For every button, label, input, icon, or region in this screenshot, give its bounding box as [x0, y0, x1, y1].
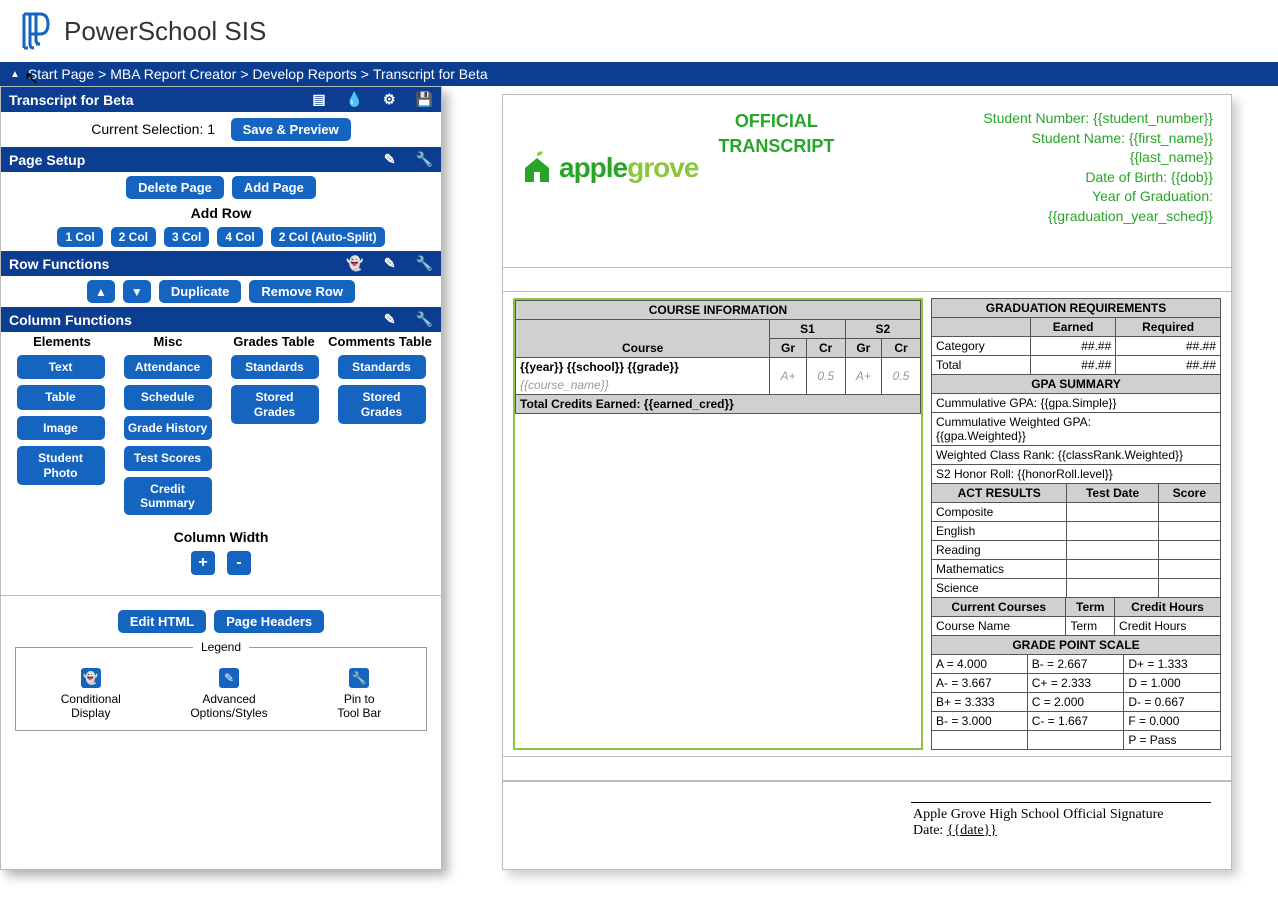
sheet-icon[interactable]: ▤ [312, 91, 325, 108]
breadcrumb-start[interactable]: Start Page [28, 66, 94, 82]
misc-schedule-button[interactable]: Schedule [124, 385, 212, 409]
col-header-grades: Grades Table [221, 334, 327, 349]
element-table-button[interactable]: Table [17, 385, 105, 409]
signature-block: Apple Grove High School Official Signatu… [503, 781, 1231, 869]
preview-tables: COURSE INFORMATION Course S1 S2 Gr Cr Gr… [503, 292, 1231, 757]
act-results-table: ACT RESULTSTest DateScore Composite Engl… [931, 483, 1221, 598]
report-title-bar: Transcript for Beta ▤ 💧 ⚙ 💾 [1, 87, 441, 112]
page-setup-header: Page Setup ✎ 🔧 [1, 147, 441, 172]
pencil-icon[interactable]: ✎ [384, 255, 396, 272]
wrench-icon[interactable]: 🔧 [416, 255, 433, 272]
breadcrumb-report-creator[interactable]: MBA Report Creator [110, 66, 236, 82]
grades-stored-button[interactable]: Stored Grades [231, 385, 319, 424]
misc-test-scores-button[interactable]: Test Scores [124, 446, 212, 470]
element-text-button[interactable]: Text [17, 355, 105, 379]
grad-req-table: GRADUATION REQUIREMENTS EarnedRequired C… [931, 298, 1221, 375]
column-functions-header: Column Functions ✎ 🔧 [1, 307, 441, 332]
legend-advanced: ✎ Advanced Options/Styles [190, 668, 267, 720]
misc-attendance-button[interactable]: Attendance [124, 355, 212, 379]
comments-standards-button[interactable]: Standards [338, 355, 426, 379]
legend: Legend 👻 Conditional Display ✎ Advanced … [15, 647, 427, 731]
legend-conditional: 👻 Conditional Display [61, 668, 121, 720]
add-2col-autosplit-button[interactable]: 2 Col (Auto-Split) [271, 227, 385, 247]
pencil-icon[interactable]: ✎ [384, 151, 396, 168]
current-courses-table: Current CoursesTermCredit Hours Course N… [931, 597, 1221, 636]
add-4col-button[interactable]: 4 Col [217, 227, 262, 247]
wrench-icon: 🔧 [349, 668, 369, 688]
wrench-icon[interactable]: 🔧 [416, 151, 433, 168]
add-page-button[interactable]: Add Page [232, 176, 316, 199]
legend-pin: 🔧 Pin to Tool Bar [337, 668, 381, 720]
column-width-label: Column Width [1, 529, 441, 545]
width-plus-button[interactable]: + [191, 551, 215, 575]
width-minus-button[interactable]: - [227, 551, 251, 575]
element-image-button[interactable]: Image [17, 416, 105, 440]
page-headers-button[interactable]: Page Headers [214, 610, 324, 633]
add-row-label: Add Row [1, 205, 441, 221]
applegrove-logo: applegrove [521, 109, 698, 227]
edit-html-button[interactable]: Edit HTML [118, 610, 206, 633]
col-header-comments: Comments Table [327, 334, 433, 349]
breadcrumb-develop[interactable]: Develop Reports [253, 66, 357, 82]
preview-header: applegrove OFFICIAL TRANSCRIPT Student N… [503, 95, 1231, 268]
add-2col-button[interactable]: 2 Col [111, 227, 156, 247]
col-header-elements: Elements [9, 334, 115, 349]
misc-grade-history-button[interactable]: Grade History [124, 416, 212, 440]
remove-row-button[interactable]: Remove Row [249, 280, 355, 303]
grades-standards-button[interactable]: Standards [231, 355, 319, 379]
editor-sidebar: Transcript for Beta ▤ 💧 ⚙ 💾 Current Sele… [0, 86, 442, 870]
save-preview-button[interactable]: Save & Preview [231, 118, 351, 141]
comments-stored-button[interactable]: Stored Grades [338, 385, 426, 424]
pencil-icon: ✎ [219, 668, 239, 688]
save-icon[interactable]: 💾 [416, 91, 433, 108]
top-header: PowerSchool SIS [0, 0, 1278, 62]
add-1col-button[interactable]: 1 Col [57, 227, 102, 247]
current-selection: Current Selection: 1 [91, 121, 215, 137]
col-header-misc: Misc [115, 334, 221, 349]
gpa-summary-table: GPA SUMMARY Cummulative GPA: {{gpa.Simpl… [931, 374, 1221, 484]
row-down-button[interactable]: ▼ [123, 280, 151, 303]
ghost-icon[interactable]: 👻 [346, 255, 363, 272]
breadcrumb-current: Transcript for Beta [373, 66, 488, 82]
report-title: Transcript for Beta [9, 92, 133, 108]
app-title: PowerSchool SIS [64, 16, 266, 47]
breadcrumb-toggle-icon[interactable]: ▲ [10, 69, 20, 80]
transcript-title: OFFICIAL TRANSCRIPT [718, 109, 834, 227]
drop-icon[interactable]: 💧 [346, 91, 363, 108]
house-leaf-icon [521, 150, 553, 186]
course-info-table[interactable]: COURSE INFORMATION Course S1 S2 Gr Cr Gr… [513, 298, 923, 750]
powerschool-logo-icon [20, 12, 52, 50]
report-preview: applegrove OFFICIAL TRANSCRIPT Student N… [502, 94, 1232, 870]
row-up-button[interactable]: ▲ [87, 280, 115, 303]
ghost-icon: 👻 [81, 668, 101, 688]
grade-point-scale-table: GRADE POINT SCALE A = 4.000B- = 2.667D+ … [931, 635, 1221, 750]
add-3col-button[interactable]: 3 Col [164, 227, 209, 247]
element-student-photo-button[interactable]: Student Photo [17, 446, 105, 485]
student-info: Student Number: {{student_number}} Stude… [854, 109, 1213, 227]
delete-page-button[interactable]: Delete Page [126, 176, 224, 199]
right-tables: GRADUATION REQUIREMENTS EarnedRequired C… [931, 298, 1221, 750]
wrench-icon[interactable]: 🔧 [416, 311, 433, 328]
pencil-icon[interactable]: ✎ [384, 311, 396, 328]
duplicate-row-button[interactable]: Duplicate [159, 280, 242, 303]
row-functions-header: Row Functions 👻 ✎ 🔧 [1, 251, 441, 276]
gear-icon[interactable]: ⚙ [383, 91, 396, 108]
breadcrumb: ▲ Start Page > MBA Report Creator > Deve… [0, 62, 1278, 86]
misc-credit-summary-button[interactable]: Credit Summary [124, 477, 212, 516]
